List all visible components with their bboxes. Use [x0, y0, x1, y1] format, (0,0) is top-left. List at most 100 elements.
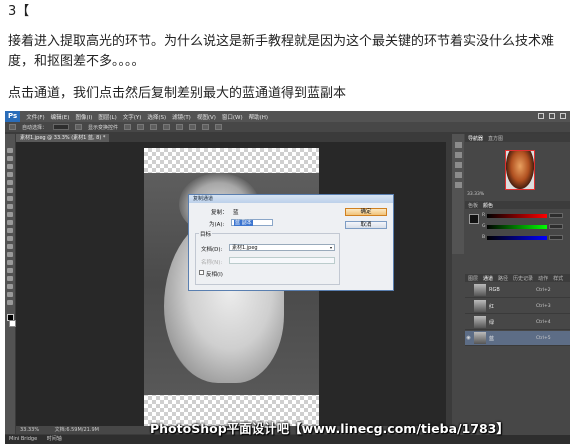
align-right-icon[interactable]	[189, 124, 197, 130]
quick-select-tool[interactable]	[7, 172, 13, 177]
pen-tool[interactable]	[7, 260, 13, 265]
adjust-icon[interactable]	[454, 172, 462, 178]
tab-navigator[interactable]: 导航器	[468, 135, 483, 142]
document-select[interactable]: 素材1.jpeg ▾	[229, 244, 335, 251]
slider-b-value[interactable]	[549, 235, 563, 240]
channel-thumbnail	[474, 300, 486, 312]
brush-tool[interactable]	[7, 204, 13, 209]
history-brush-tool[interactable]	[7, 220, 13, 225]
color-tabs: 色板 颜色	[465, 201, 570, 209]
align-top-icon[interactable]	[124, 124, 132, 130]
slider-r-value[interactable]	[549, 213, 563, 218]
move-tool[interactable]	[7, 148, 13, 153]
auto-select-dropdown[interactable]	[53, 124, 70, 130]
menu-edit[interactable]: 编辑(E)	[51, 113, 70, 121]
menu-layer[interactable]: 图层(L)	[98, 113, 116, 121]
paragraph-icon[interactable]	[454, 162, 462, 168]
tab-channels[interactable]: 通道	[483, 275, 493, 282]
history-icon[interactable]	[454, 142, 462, 148]
duplicate-channel-dialog: 复制通道 复制： 蓝 为(A): 蓝 副本 目标 文档(D): 素材1.jpeg…	[188, 194, 394, 291]
background-color-swatch[interactable]	[9, 320, 16, 327]
hand-tool[interactable]	[7, 292, 13, 297]
menu-window[interactable]: 窗口(W)	[222, 113, 243, 121]
crop-tool[interactable]	[7, 180, 13, 185]
tab-actions[interactable]: 动作	[538, 275, 548, 282]
slider-g-label: G	[482, 224, 486, 229]
tab-mini-bridge[interactable]: Mini Bridge	[9, 436, 37, 442]
align-left-icon[interactable]	[163, 124, 171, 130]
collapsed-panel-icons	[452, 134, 464, 254]
character-icon[interactable]	[454, 152, 462, 158]
tab-history[interactable]: 历史记录	[513, 275, 533, 282]
tools-panel	[5, 134, 16, 434]
marquee-tool[interactable]	[7, 156, 13, 161]
menu-file[interactable]: 文件(F)	[26, 113, 44, 121]
tab-swatches[interactable]: 色板	[468, 202, 478, 209]
align-middle-icon[interactable]	[137, 124, 145, 130]
show-transform-checkbox[interactable]	[75, 124, 83, 130]
document-select-value: 素材1.jpeg	[232, 245, 258, 251]
blur-tool[interactable]	[7, 244, 13, 249]
slider-g[interactable]	[487, 225, 547, 229]
navigator-zoom[interactable]: 33.33%	[467, 192, 484, 197]
channel-row-blue[interactable]: ◉ 蓝 Ctrl+5	[465, 331, 570, 346]
tab-paths[interactable]: 路径	[498, 275, 508, 282]
menu-help[interactable]: 帮助(H)	[249, 113, 268, 121]
tab-timeline[interactable]: 时间轴	[47, 436, 62, 442]
tab-histogram[interactable]: 直方图	[488, 135, 503, 142]
align-bottom-icon[interactable]	[150, 124, 158, 130]
tab-styles[interactable]: 样式	[553, 275, 563, 282]
info-icon[interactable]	[454, 182, 462, 188]
slider-r[interactable]	[487, 214, 547, 218]
slider-r-label: R	[482, 213, 486, 218]
menu-type[interactable]: 文字(Y)	[123, 113, 142, 121]
minimize-icon[interactable]	[538, 113, 544, 119]
navigator-thumbnail[interactable]	[505, 150, 535, 190]
status-zoom[interactable]: 33.33%	[20, 427, 39, 433]
channel-row-rgb[interactable]: RGB Ctrl+2	[465, 283, 570, 298]
zoom-tool[interactable]	[7, 300, 13, 305]
ok-button[interactable]: 确定	[345, 208, 387, 216]
3d-mode-icon[interactable]	[215, 124, 223, 130]
cancel-button[interactable]: 取消	[345, 221, 387, 229]
slider-b-label: B	[482, 235, 486, 240]
menu-view[interactable]: 视图(V)	[197, 113, 216, 121]
invert-checkbox[interactable]	[199, 270, 204, 275]
slider-b[interactable]	[487, 236, 547, 240]
tab-color[interactable]: 颜色	[483, 202, 493, 209]
close-icon[interactable]	[560, 113, 566, 119]
align-center-icon[interactable]	[176, 124, 184, 130]
menu-image[interactable]: 图像(I)	[75, 113, 92, 121]
as-label: 为(A):	[209, 222, 225, 228]
path-select-tool[interactable]	[7, 276, 13, 281]
gradient-tool[interactable]	[7, 236, 13, 241]
invert-label: 反相(I)	[206, 272, 223, 278]
menu-bar: Ps 文件(F) 编辑(E) 图像(I) 图层(L) 文字(Y) 选择(S) 滤…	[5, 111, 570, 122]
eraser-tool[interactable]	[7, 228, 13, 233]
layers-panel-tabs: 图层 通道 路径 历史记录 动作 样式	[465, 274, 570, 282]
type-tool[interactable]	[7, 268, 13, 273]
eyedropper-tool[interactable]	[7, 188, 13, 193]
channel-row-green[interactable]: 绿 Ctrl+4	[465, 315, 570, 330]
healing-tool[interactable]	[7, 196, 13, 201]
menu-filter[interactable]: 滤镜(T)	[172, 113, 191, 121]
move-tool-icon[interactable]	[9, 124, 16, 130]
slider-g-value[interactable]	[549, 224, 563, 229]
visibility-eye-icon[interactable]: ◉	[465, 335, 472, 341]
menu-select[interactable]: 选择(S)	[147, 113, 166, 121]
maximize-icon[interactable]	[549, 113, 555, 119]
shape-tool[interactable]	[7, 284, 13, 289]
watermark: PhotoShop平面设计吧【www.linecg.com/tieba/1783…	[150, 421, 509, 436]
tab-layers[interactable]: 图层	[468, 275, 478, 282]
channel-shortcut: Ctrl+4	[536, 319, 551, 325]
distribute-icon[interactable]	[202, 124, 210, 130]
copy-value: 蓝	[233, 210, 239, 216]
name-input[interactable]	[229, 257, 335, 264]
channel-name-input[interactable]: 蓝 副本	[231, 219, 273, 226]
color-panel-swatch[interactable]	[469, 214, 479, 224]
channel-row-red[interactable]: 红 Ctrl+3	[465, 299, 570, 314]
stamp-tool[interactable]	[7, 212, 13, 217]
dodge-tool[interactable]	[7, 252, 13, 257]
lasso-tool[interactable]	[7, 164, 13, 169]
document-tab[interactable]: 素材1.jpeg @ 33.3% (素材1 蓝, 8) *	[16, 134, 110, 142]
